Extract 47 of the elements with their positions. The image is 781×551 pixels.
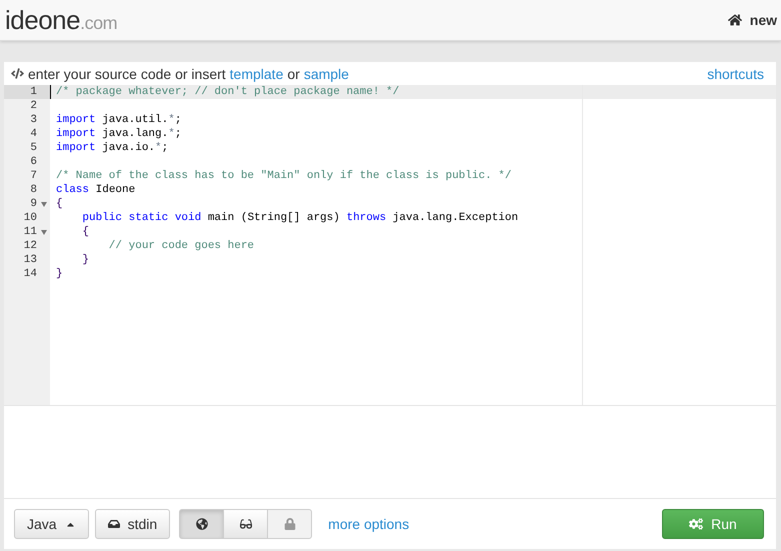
line-number: 3 [4,113,50,127]
line-number: 12 [4,239,50,253]
line-number: 10 [4,211,50,225]
inbox-icon [108,518,120,530]
code-line: public static void main (String[] args) throws java.lang.Exception [81,211,520,225]
glasses-toggle[interactable] [223,509,268,539]
code-line: // your code goes here [108,239,256,253]
lock-icon [284,518,296,530]
line-number: 14 [4,267,50,281]
line-number: 13 [4,253,50,267]
line-number: 6 [4,155,50,169]
or-label: or [287,66,300,82]
gears-icon [689,517,704,531]
home-icon [728,13,742,27]
code-line: } [81,253,90,267]
code-line: class Ideone [55,183,136,197]
code-line: /* Name of the class has to be "Main" only if the class is public. */ [55,169,512,183]
new-link[interactable]: new [728,12,777,28]
language-button[interactable]: Java [14,509,89,539]
more-options-link[interactable]: more options [328,516,410,532]
code-line: } [55,267,64,281]
line-number: 1 [4,85,50,99]
line-number: 2 [4,99,50,113]
sample-link[interactable]: sample [304,66,349,82]
code-line: import java.lang.*; [55,127,182,141]
code-icon [11,67,24,80]
line-number: 8 [4,183,50,197]
code-line: { [55,197,64,211]
shortcuts-link[interactable]: shortcuts [707,66,764,82]
code-line: { [81,225,90,239]
globe-icon [196,518,208,530]
site-logo[interactable]: ideone.com [5,7,118,33]
globe-toggle[interactable] [179,509,224,539]
template-link[interactable]: template [230,66,284,82]
line-number: 7 [4,169,50,183]
editor-prompt: enter your source code or insert [28,66,226,82]
line-number: 5 [4,141,50,155]
stdin-button[interactable]: stdin [94,509,170,539]
glasses-icon [240,518,252,530]
code-line: import java.io.*; [55,141,170,155]
code-line: import java.util.*; [55,113,182,127]
line-number: 4 [4,127,50,141]
fold-arrow-icon[interactable] [41,230,47,234]
line-number: 11 [4,225,50,239]
run-button[interactable]: Run [662,509,764,539]
line-number: 9 [4,197,50,211]
fold-arrow-icon[interactable] [41,202,47,206]
